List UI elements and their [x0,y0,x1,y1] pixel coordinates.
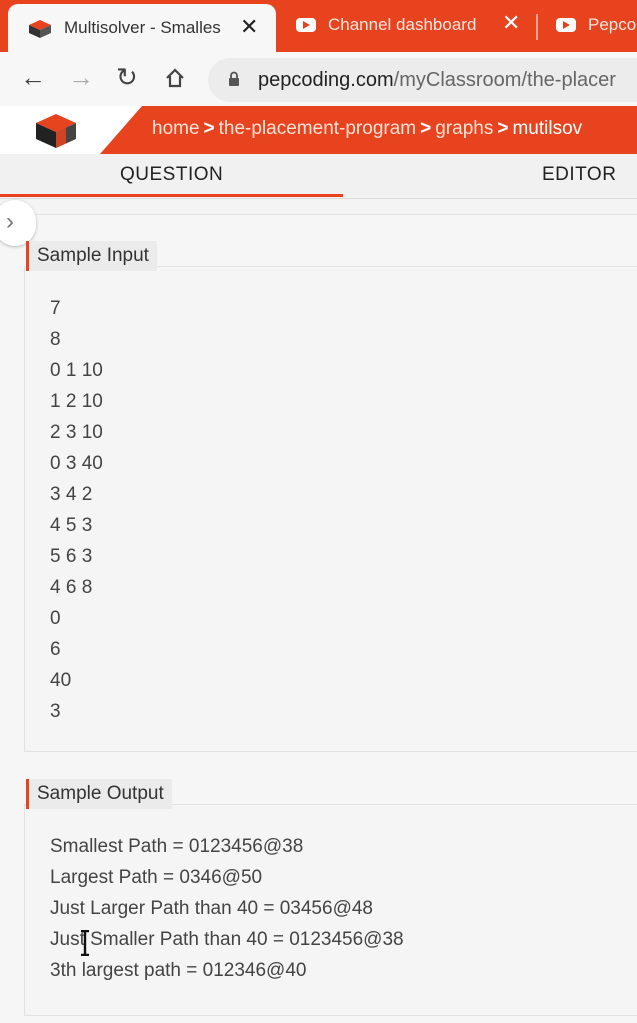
forward-icon[interactable]: → [68,62,94,93]
url-field[interactable]: pepcoding.com/myClassroom/the-placer [208,58,637,102]
home-icon[interactable] [164,67,186,89]
sample-input-line: 6 [50,639,61,660]
lock-icon [229,71,239,86]
pepcoding-logo-icon[interactable] [34,112,78,150]
browser-tab-channel-dashboard[interactable]: Channel dashboard ✕ [296,6,526,46]
breadcrumb-placement-program[interactable]: the-placement-program [219,118,416,139]
sample-output-line: Largest Path = 0346@50 [50,867,263,888]
text-cursor-icon [81,930,89,956]
sample-input-line: 0 [50,608,61,629]
sample-output-line: 3th largest path = 012346@40 [50,960,307,981]
tab-title: Multisolver - Smalles [64,18,221,37]
sample-input-line: 1 2 10 [50,391,103,412]
sample-output-line: Just Larger Path than 40 = 03456@48 [50,898,373,919]
tab-title: Channel dashboard [328,15,477,34]
tab-close-icon[interactable]: ✕ [502,10,520,36]
breadcrumb-graphs[interactable]: graphs [435,118,493,139]
sample-input-line: 4 5 3 [50,515,93,536]
browser-tab-active[interactable]: Multisolver - Smalles ✕ [8,4,276,52]
sample-input-line: 4 6 8 [50,577,93,598]
tab-divider [536,14,538,40]
tab-editor[interactable]: EDITOR [542,164,616,186]
sample-input-line: 3 4 2 [50,484,93,505]
breadcrumb: home > the-placement-program > graphs > mutils… [152,118,582,140]
breadcrumb-home[interactable]: home [152,118,200,139]
sample-input-line: 5 6 3 [50,546,93,567]
chevron-right-icon: › [6,208,14,235]
youtube-icon [296,18,316,32]
chevron-right-icon: > [497,118,509,139]
chevron-right-icon: > [203,118,215,139]
sample-output-line: Just Smaller Path than 40 = 0123456@38 [50,929,404,950]
sample-input-box [24,266,637,752]
sample-input-line: 0 1 10 [50,360,103,381]
tab-question[interactable]: QUESTION [120,164,223,186]
sample-input-line: 8 [50,329,61,350]
sample-input-line: 40 [50,670,72,691]
sample-output-heading: Sample Output [26,779,172,809]
sample-input-heading: Sample Input [26,241,157,271]
active-tab-indicator [0,194,343,197]
browser-tab-strip: Multisolver - Smalles ✕ Channel dashboar… [0,0,637,52]
back-icon[interactable]: ← [20,62,46,93]
url-text: pepcoding.com/myClassroom/the-placer [258,69,616,92]
url-path: /myClassroom/the-placer [393,69,616,91]
url-host: pepcoding.com [258,69,394,91]
sample-output-line: Smallest Path = 0123456@38 [50,836,304,857]
sample-output-lines: Smallest Path = 0123456@38 Largest Path =… [50,831,404,986]
tab-title: Pepco [588,15,637,34]
sample-input-line: 0 3 40 [50,453,103,474]
sample-input-line: 7 [50,298,61,319]
breadcrumb-current: mutilsov [512,118,583,139]
site-header: home > the-placement-program > graphs > mutils… [0,106,637,154]
sample-input-lines: 7 8 0 1 10 1 2 10 2 3 10 0 3 40 3 4 2 4 5 3 5 6 … [50,293,103,727]
tab-close-icon[interactable]: ✕ [240,14,258,40]
pepcoding-favicon-icon [29,20,51,38]
reload-icon[interactable]: ↻ [116,62,138,93]
sample-input-line: 3 [50,701,61,722]
sample-input-line: 2 3 10 [50,422,103,443]
chevron-right-icon: > [420,118,432,139]
youtube-icon [556,18,576,32]
question-editor-tabs: QUESTION EDITOR [0,154,637,199]
browser-tab-pepcoding[interactable]: Pepco [556,6,637,46]
address-bar: ← → ↻ pepcoding.com/myClassroom/the-plac… [0,52,637,106]
